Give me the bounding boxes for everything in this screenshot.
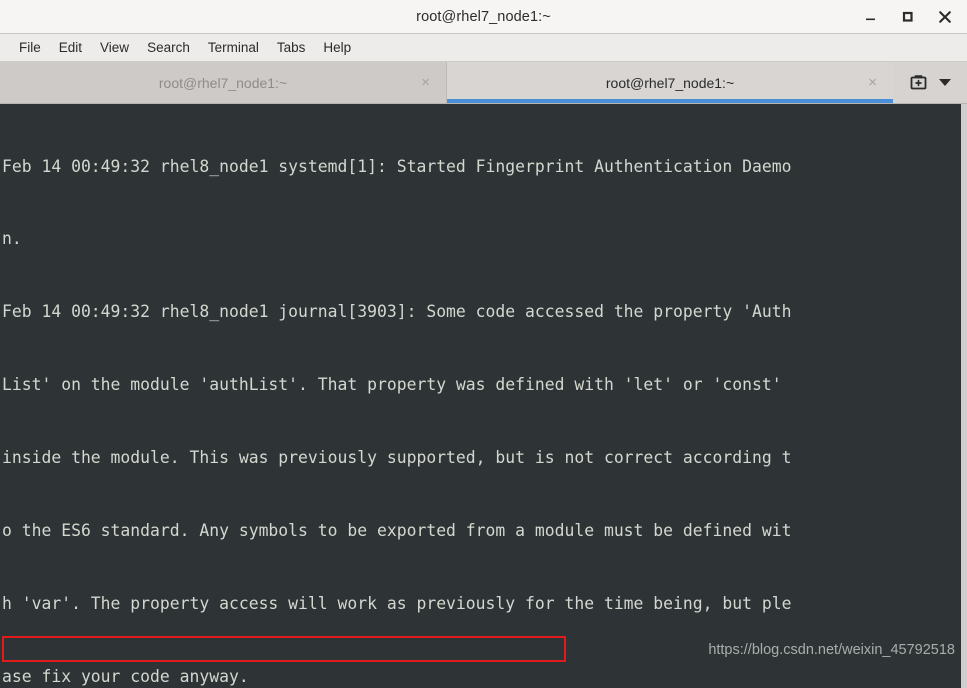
close-icon[interactable] bbox=[936, 8, 953, 25]
menubar: File Edit View Search Terminal Tabs Help bbox=[0, 34, 967, 62]
terminal-line: inside the module. This was previously s… bbox=[2, 448, 792, 468]
menu-item-terminal[interactable]: Terminal bbox=[199, 38, 268, 57]
menu-item-file[interactable]: File bbox=[10, 38, 50, 57]
tab-inactive[interactable]: root@rhel7_node1:~ × bbox=[0, 62, 447, 103]
terminal-line: ase fix your code anyway. bbox=[2, 666, 249, 686]
menu-item-edit[interactable]: Edit bbox=[50, 38, 91, 57]
menu-item-view[interactable]: View bbox=[91, 38, 138, 57]
terminal-window: root@rhel7_node1:~ File Edit View Search… bbox=[0, 0, 967, 688]
tab-close-icon[interactable]: × bbox=[868, 75, 877, 90]
tabbar-actions bbox=[893, 62, 967, 103]
watermark-text: https://blog.csdn.net/weixin_45792518 bbox=[708, 641, 955, 658]
terminal-line: h 'var'. The property access will work a… bbox=[2, 593, 792, 613]
annotation-highlight-box bbox=[2, 636, 566, 662]
terminal-output: Feb 14 00:49:32 rhel8_node1 systemd[1]: … bbox=[0, 104, 961, 688]
terminal-line: Feb 14 00:49:32 rhel8_node1 systemd[1]: … bbox=[2, 156, 792, 176]
menu-item-tabs[interactable]: Tabs bbox=[268, 38, 315, 57]
window-title: root@rhel7_node1:~ bbox=[416, 8, 551, 25]
new-tab-icon[interactable] bbox=[909, 73, 928, 92]
minimize-icon[interactable] bbox=[862, 8, 879, 25]
terminal-line: List' on the module 'authList'. That pro… bbox=[2, 375, 782, 395]
tabbar: root@rhel7_node1:~ × root@rhel7_node1:~ … bbox=[0, 62, 967, 104]
terminal-line: Feb 14 00:49:32 rhel8_node1 journal[3903… bbox=[2, 302, 792, 322]
titlebar: root@rhel7_node1:~ bbox=[0, 0, 967, 34]
tab-active[interactable]: root@rhel7_node1:~ × bbox=[447, 62, 893, 103]
terminal-scrollbar[interactable] bbox=[961, 104, 967, 688]
menu-item-search[interactable]: Search bbox=[138, 38, 199, 57]
chevron-down-icon[interactable] bbox=[939, 79, 951, 86]
tab-close-icon[interactable]: × bbox=[421, 75, 430, 90]
maximize-icon[interactable] bbox=[899, 8, 916, 25]
terminal-line: o the ES6 standard. Any symbols to be ex… bbox=[2, 521, 792, 541]
terminal-line: n. bbox=[2, 229, 22, 249]
tab-label: root@rhel7_node1:~ bbox=[605, 74, 735, 91]
tab-label: root@rhel7_node1:~ bbox=[158, 74, 288, 91]
menu-item-help[interactable]: Help bbox=[314, 38, 360, 57]
window-controls bbox=[862, 8, 967, 25]
terminal-view[interactable]: Feb 14 00:49:32 rhel8_node1 systemd[1]: … bbox=[0, 104, 967, 688]
